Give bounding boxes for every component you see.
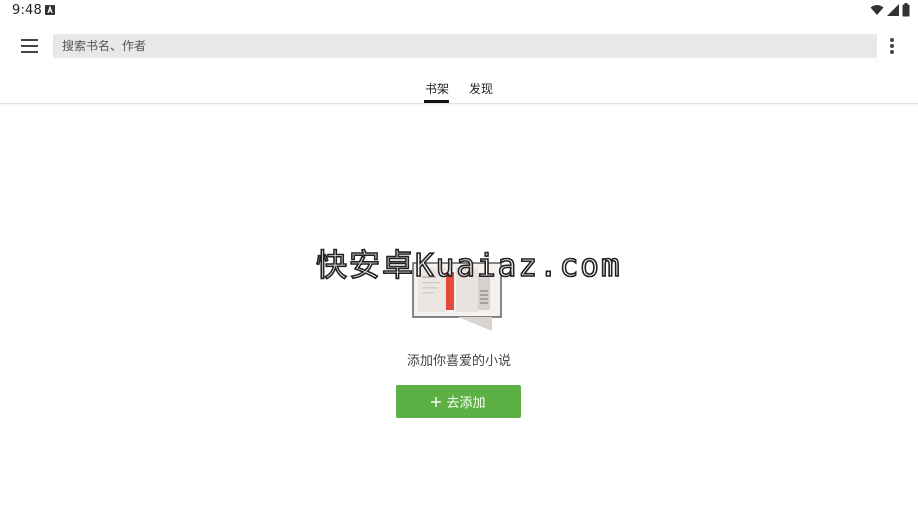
wifi-icon <box>870 5 884 15</box>
a-badge-icon <box>45 5 55 15</box>
plus-icon <box>431 396 442 407</box>
top-toolbar <box>0 22 918 72</box>
search-input[interactable] <box>53 34 877 58</box>
tab-discover[interactable]: 发现 <box>469 81 493 97</box>
more-vert-icon[interactable] <box>884 34 900 58</box>
empty-state-message: 添加你喜爱的小说 <box>406 354 511 369</box>
tab-bar: 书架 发现 <box>0 72 918 104</box>
bookshelf-illustration-icon <box>412 262 502 331</box>
hamburger-menu-icon[interactable] <box>18 34 42 58</box>
tab-indicator <box>424 100 449 103</box>
battery-icon <box>902 3 910 17</box>
add-book-button-label: 去添加 <box>446 396 486 411</box>
signal-icon <box>887 4 899 16</box>
add-book-button[interactable]: 去添加 <box>396 385 521 418</box>
status-time: 9:48 <box>12 3 42 18</box>
status-bar: 9:48 <box>0 0 918 22</box>
system-icons <box>870 3 910 17</box>
tab-bookshelf[interactable]: 书架 <box>425 81 449 97</box>
